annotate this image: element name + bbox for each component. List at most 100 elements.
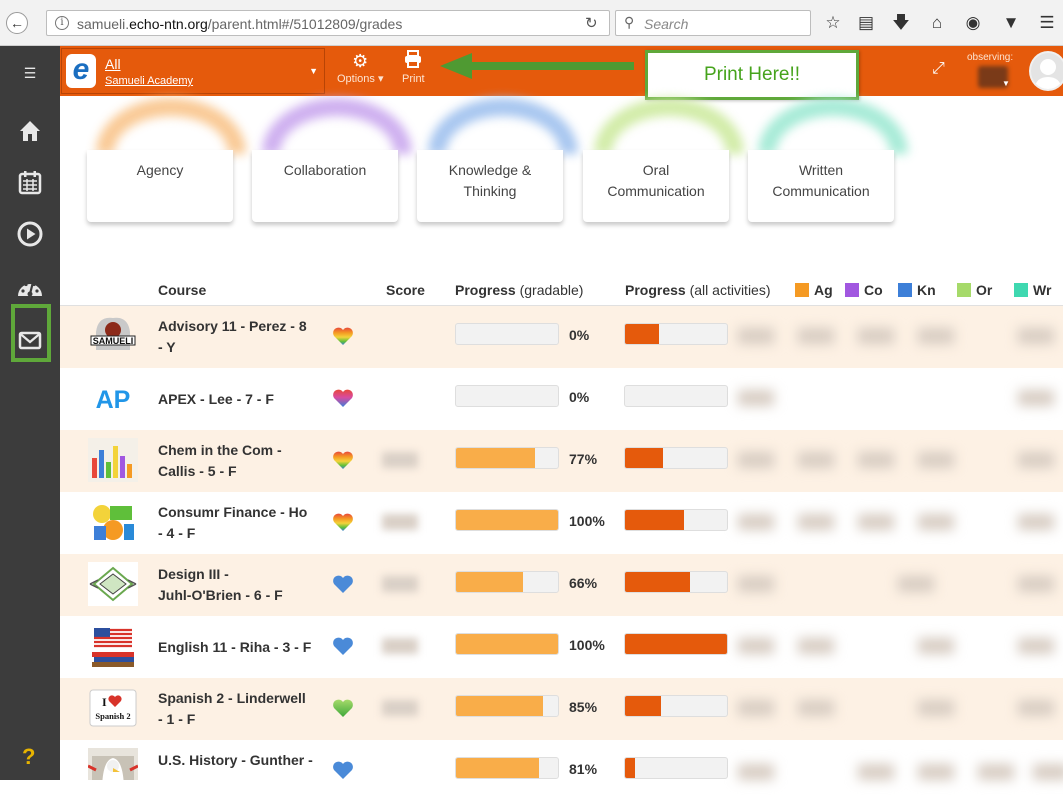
svg-text:AP: AP bbox=[96, 386, 131, 414]
browser-search-input[interactable]: ⚲ Search bbox=[615, 10, 811, 36]
course-name[interactable]: Chem in the Com - Callis - 5 - F bbox=[158, 440, 328, 482]
rainbow-heart-icon bbox=[333, 513, 353, 531]
progress-bar-gradable bbox=[455, 757, 559, 779]
header-progress-gradable[interactable]: Progress (gradable) bbox=[455, 282, 583, 298]
table-row[interactable]: AP APEX - Lee - 7 - F 0% bbox=[60, 368, 1063, 430]
legend-ag[interactable]: Ag bbox=[795, 282, 833, 298]
search-icon: ⚲ bbox=[624, 14, 635, 30]
competency-scores-blurred bbox=[738, 430, 1063, 492]
legend-swatch bbox=[795, 283, 809, 297]
bookmark-star-icon[interactable]: ☆ bbox=[822, 12, 844, 34]
app-header: e All Samueli Academy ▼ ⚙ Options ▾ Prin… bbox=[60, 46, 1063, 96]
progress-fill bbox=[625, 448, 663, 468]
print-button[interactable]: Print bbox=[402, 50, 425, 85]
address-bar[interactable]: i samueli.echo-ntn.org/parent.html#/5101… bbox=[46, 10, 610, 36]
course-thumbnail bbox=[88, 562, 138, 606]
table-row[interactable]: Chem in the Com - Callis - 5 - F 77% bbox=[60, 430, 1063, 492]
table-row[interactable]: I Spanish 2 Spanish 2 - Linderwell - 1 - F… bbox=[60, 678, 1063, 740]
table-row[interactable]: Consumr Finance - Ho - 4 - F 100% bbox=[60, 492, 1063, 554]
left-sidebar: ☰ bbox=[0, 46, 60, 780]
table-row[interactable]: Design III - Juhl-O'Brien - 6 - F 66% bbox=[60, 554, 1063, 616]
header-progress-all[interactable]: Progress (all activities) bbox=[625, 282, 771, 298]
school-selector[interactable]: e All Samueli Academy ▼ bbox=[61, 48, 325, 94]
gears-icon: ⚙ bbox=[352, 51, 369, 71]
progress-fill bbox=[625, 510, 685, 530]
competency-scores-blurred bbox=[738, 368, 1063, 430]
help-icon[interactable]: ? bbox=[22, 744, 35, 770]
play-circle-icon[interactable] bbox=[14, 218, 46, 250]
reading-list-icon[interactable]: ▤ bbox=[855, 12, 877, 34]
competency-scores-blurred bbox=[738, 492, 1063, 554]
competency-scores-blurred bbox=[738, 740, 1063, 802]
calendar-icon[interactable] bbox=[14, 166, 46, 198]
header-score[interactable]: Score bbox=[386, 282, 425, 298]
home-icon[interactable]: ⌂ bbox=[926, 12, 948, 34]
avatar[interactable] bbox=[1029, 51, 1063, 91]
legend-kn[interactable]: Kn bbox=[898, 282, 936, 298]
course-name[interactable]: Advisory 11 - Perez - 8- Y bbox=[158, 316, 328, 358]
legend-swatch bbox=[898, 283, 912, 297]
reload-icon[interactable]: ↻ bbox=[585, 14, 598, 32]
brand-school-link[interactable]: Samueli Academy bbox=[105, 75, 193, 87]
legend-wr[interactable]: Wr bbox=[1014, 282, 1051, 298]
course-thumbnail bbox=[88, 500, 138, 544]
expand-icon[interactable]: ⤢ bbox=[932, 60, 945, 78]
chat-icon[interactable]: ◉ bbox=[962, 12, 984, 34]
caret-down-icon: ▼ bbox=[309, 66, 318, 76]
competency-card-written[interactable]: Written Communication bbox=[748, 150, 894, 222]
hamburger-menu-icon[interactable]: ☰ bbox=[1036, 12, 1058, 34]
menu-icon[interactable]: ☰ bbox=[14, 58, 46, 90]
progress-bar-all bbox=[624, 385, 728, 407]
course-name[interactable]: APEX - Lee - 7 - F bbox=[158, 389, 328, 410]
progress-fill bbox=[456, 510, 558, 530]
progress-fill bbox=[456, 572, 524, 592]
course-name[interactable]: Spanish 2 - Linderwell - 1 - F bbox=[158, 688, 328, 730]
brand-all-link[interactable]: All bbox=[105, 56, 121, 72]
course-name[interactable]: Consumr Finance - Ho - 4 - F bbox=[158, 502, 328, 544]
mail-icon[interactable] bbox=[14, 324, 46, 356]
progress-bar-gradable bbox=[455, 633, 559, 655]
info-icon[interactable]: i bbox=[55, 16, 69, 30]
progress-fill bbox=[456, 634, 558, 654]
legend-or[interactable]: Or bbox=[957, 282, 992, 298]
progress-bar-gradable bbox=[455, 447, 559, 469]
progress-fill bbox=[456, 696, 543, 716]
table-row[interactable]: U.S. History - Gunther - 81% bbox=[60, 740, 1063, 780]
progress-bar-gradable bbox=[455, 509, 559, 531]
score-blurred bbox=[382, 576, 418, 592]
competency-card-collaboration[interactable]: Collaboration bbox=[252, 150, 398, 222]
course-name[interactable]: Design III - Juhl-O'Brien - 6 - F bbox=[158, 564, 328, 606]
back-arrow-icon[interactable]: ← bbox=[6, 12, 28, 34]
printer-icon bbox=[402, 50, 425, 73]
progress-bar-all bbox=[624, 447, 728, 469]
options-button[interactable]: ⚙ Options ▾ bbox=[337, 50, 384, 85]
competency-card-oral[interactable]: Oral Communication bbox=[583, 150, 729, 222]
green-heart-icon bbox=[333, 699, 353, 717]
pink-blue-heart-icon bbox=[333, 389, 353, 407]
url-text[interactable]: samueli.echo-ntn.org/parent.html#/510128… bbox=[77, 16, 402, 32]
score-blurred bbox=[382, 638, 418, 654]
competency-card-knowledge[interactable]: Knowledge & Thinking bbox=[417, 150, 563, 222]
echo-logo-icon: e bbox=[66, 54, 96, 88]
progress-percent: 0% bbox=[569, 389, 590, 405]
header-course[interactable]: Course bbox=[158, 282, 206, 298]
dashboard-gauge-icon[interactable] bbox=[14, 272, 46, 304]
score-blurred bbox=[382, 514, 418, 530]
competency-scores-blurred bbox=[738, 616, 1063, 678]
progress-bar-all bbox=[624, 633, 728, 655]
course-name[interactable]: English 11 - Riha - 3 - F bbox=[158, 637, 333, 658]
caret-down-icon: ▼ bbox=[1002, 79, 1010, 88]
table-row[interactable]: English 11 - Riha - 3 - F 100% bbox=[60, 616, 1063, 678]
download-icon[interactable]: 🡇 bbox=[890, 12, 912, 34]
progress-bar-all bbox=[624, 323, 728, 345]
rainbow-heart-icon bbox=[333, 327, 353, 345]
table-row[interactable]: SAMUELI Advisory 11 - Perez - 8- Y 0% bbox=[60, 306, 1063, 368]
pocket-icon[interactable]: ▼ bbox=[1000, 12, 1022, 34]
progress-fill bbox=[625, 758, 636, 778]
course-thumbnail bbox=[88, 438, 138, 482]
progress-fill bbox=[625, 634, 727, 654]
home-icon[interactable] bbox=[14, 114, 46, 146]
competency-card-agency[interactable]: Agency bbox=[87, 150, 233, 222]
course-name[interactable]: U.S. History - Gunther - bbox=[158, 750, 328, 771]
legend-co[interactable]: Co bbox=[845, 282, 883, 298]
